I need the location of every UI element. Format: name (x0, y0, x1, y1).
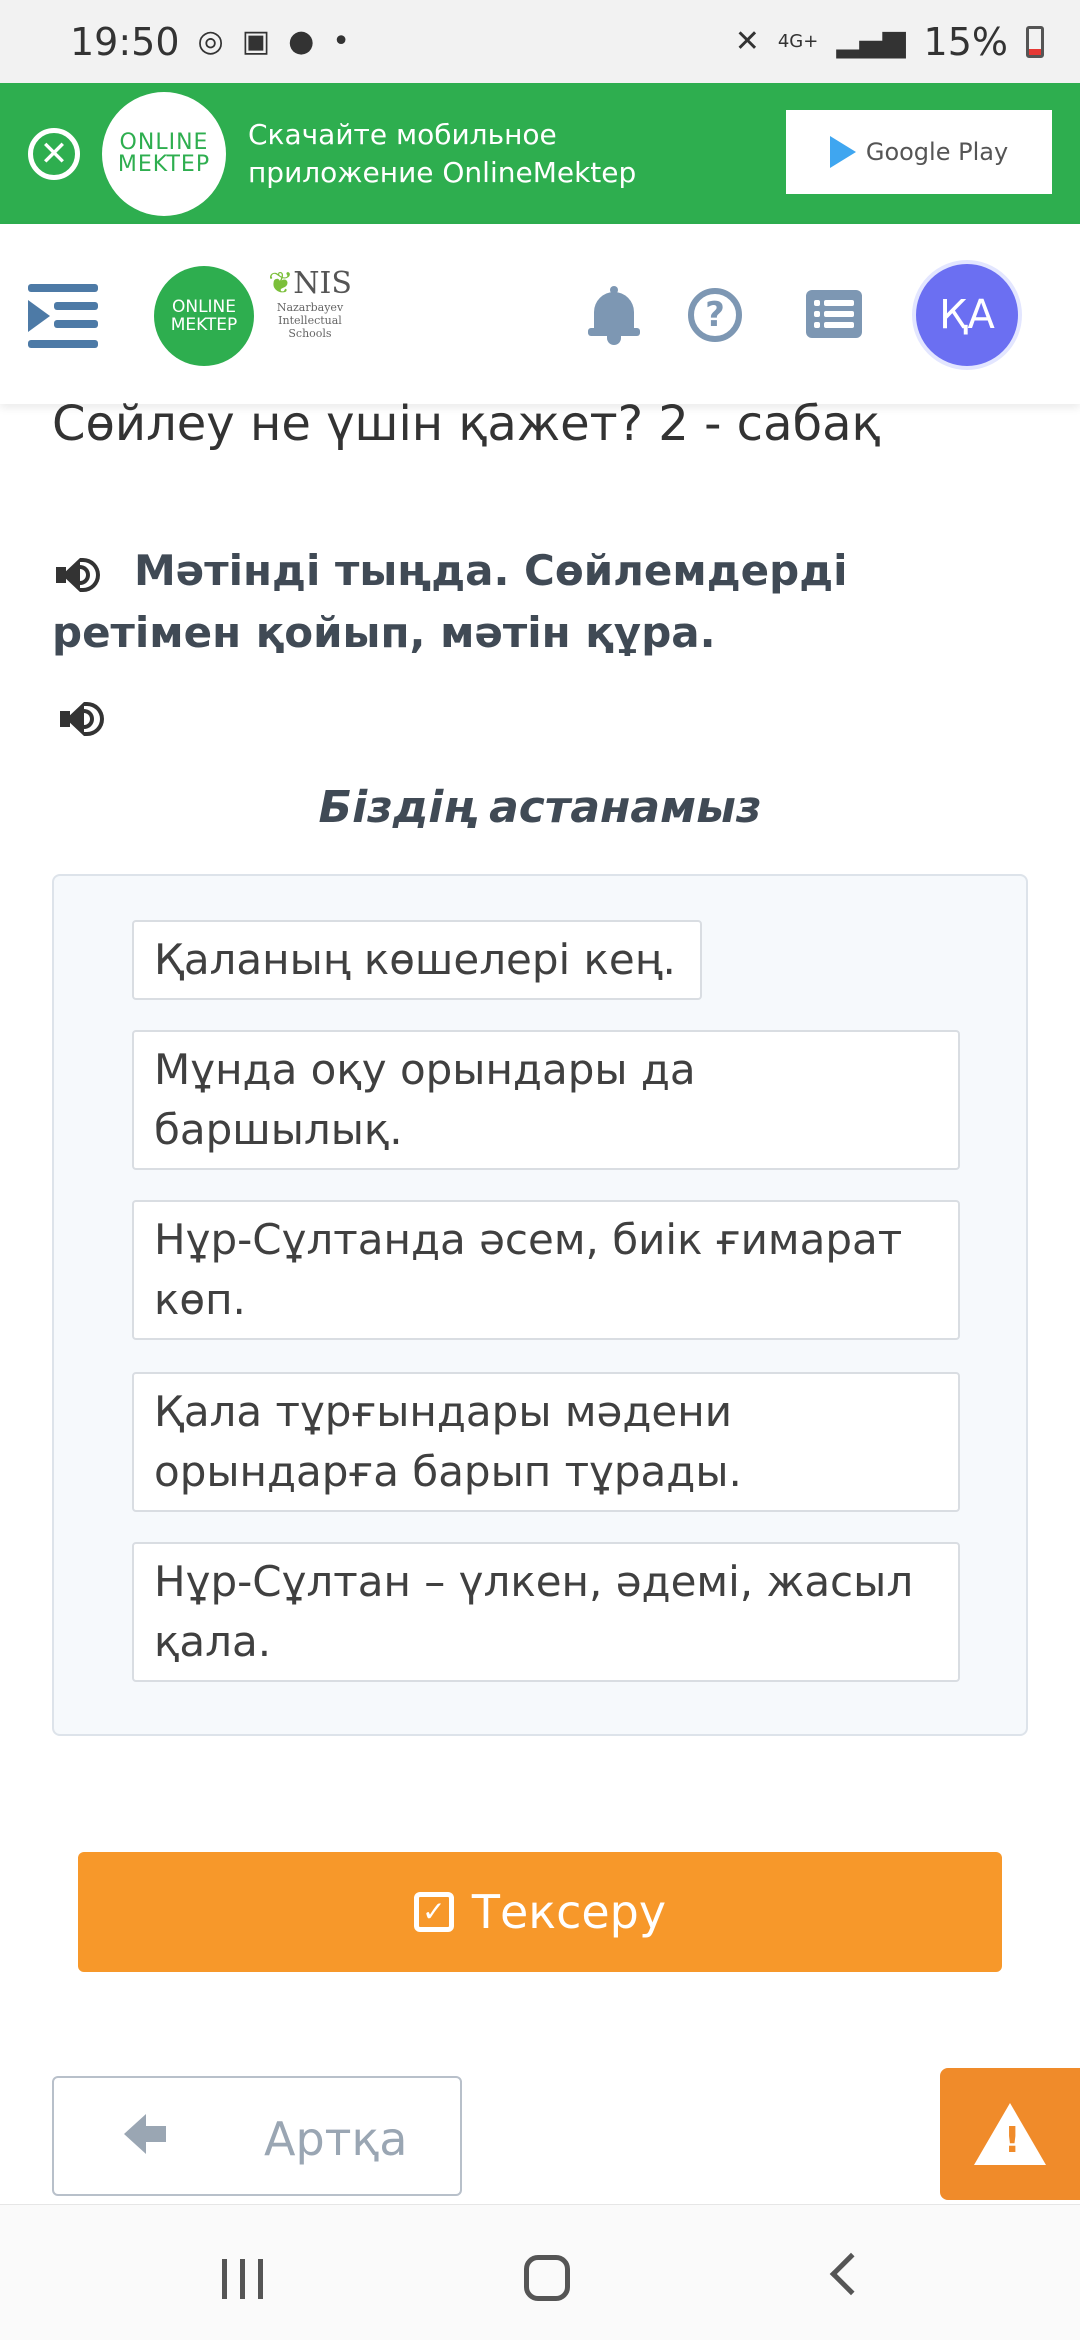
task-instruction: Мәтінді тыңда. Сөйлемдерді ретімен қойып… (52, 540, 1012, 664)
network-type: 4G+ (777, 31, 819, 52)
logo-line-1: ONLINE (119, 129, 209, 155)
page-title: Сөйлеу не үшін қажет? 2 - сабақ (52, 396, 881, 452)
battery-icon (1026, 25, 1044, 58)
onlinemektep-logo: ONLINE MEKTEP (102, 91, 226, 216)
sentence-card[interactable]: Нұр-Сұлтанда әсем, биік ғимарат көп. (132, 1200, 960, 1340)
google-play-label: Google Play (865, 138, 1009, 166)
avatar[interactable]: ҚА (912, 260, 1022, 370)
bell-icon[interactable] (588, 286, 640, 346)
close-icon[interactable]: ✕ (28, 127, 80, 180)
logo-line-2: MEKTEP (170, 315, 238, 335)
onlinemektep-logo[interactable]: ONLINE MEKTEP (154, 266, 254, 366)
mute-icon: ✕ (734, 24, 760, 59)
sentence-ordering-area: Қаланың көшелері кең. Мұнда оқу орындары… (52, 874, 1028, 1736)
back-button[interactable]: Артқа (52, 2076, 462, 2196)
arrow-left-icon (124, 2112, 168, 2156)
back-nav-icon[interactable] (829, 2252, 873, 2296)
task-text: Мәтінді тыңда. Сөйлемдерді ретімен қойып… (52, 546, 848, 657)
nis-title: NIS (293, 266, 352, 301)
facebook-icon: ● (288, 24, 315, 59)
check-button[interactable]: ✓ Тексеру (78, 1852, 1002, 1972)
sentence-card[interactable]: Қаланың көшелері кең. (132, 920, 702, 1000)
play-store-icon (829, 136, 856, 168)
help-icon[interactable]: ? (688, 288, 742, 342)
nis-logo: ❦NIS Nazarbayev Intellectual Schools (260, 266, 360, 366)
banner-text: Скачайте мобильное приложение OnlineMekt… (248, 117, 637, 189)
system-nav-bar (0, 2204, 1080, 2340)
check-label: Тексеру (471, 1885, 667, 1939)
report-problem-button[interactable]: ! (940, 2068, 1080, 2200)
sentence-card[interactable]: Нұр-Сұлтан – үлкен, әдемі, жасыл қала. (132, 1542, 960, 1682)
battery-percent: 15% (923, 19, 1008, 64)
sync-icon: ◎ (197, 24, 224, 59)
sentence-card[interactable]: Қала тұрғындары мәдени орындарға барып т… (132, 1372, 960, 1512)
logo-line-2: MEKTEP (117, 151, 211, 177)
warning-icon: ! (974, 2103, 1046, 2165)
menu-icon[interactable] (28, 284, 98, 348)
dot-icon: • (332, 24, 350, 59)
app-download-banner: ✕ ONLINE MEKTEP Скачайте мобильное прило… (0, 83, 1080, 224)
list-icon[interactable] (806, 290, 862, 338)
signal-icon: ▂▄▆ (836, 24, 906, 59)
status-time: 19:50 (70, 19, 180, 64)
text-title: Біздің астанамыз (318, 782, 762, 833)
checkbox-icon: ✓ (413, 1892, 454, 1932)
logo-line-1: ONLINE (171, 297, 237, 317)
speaker-icon[interactable] (52, 554, 104, 594)
app-header: ONLINE MEKTEP ❦NIS Nazarbayev Intellectu… (0, 224, 1080, 404)
sentence-card[interactable]: Мұнда оқу орындары да баршылық. (132, 1030, 960, 1170)
audio-play-icon[interactable] (56, 698, 108, 738)
nis-subtitle: Nazarbayev Intellectual Schools (276, 301, 344, 340)
home-icon[interactable] (524, 2255, 570, 2301)
recent-apps-icon[interactable] (222, 2259, 266, 2299)
back-label: Артқа (264, 2112, 408, 2166)
image-icon: ▣ (241, 24, 271, 59)
status-bar: 19:50 ◎ ▣ ● • ✕ 4G+ ▂▄▆ 15% (0, 0, 1080, 83)
google-play-button[interactable]: Google Play (786, 110, 1052, 194)
